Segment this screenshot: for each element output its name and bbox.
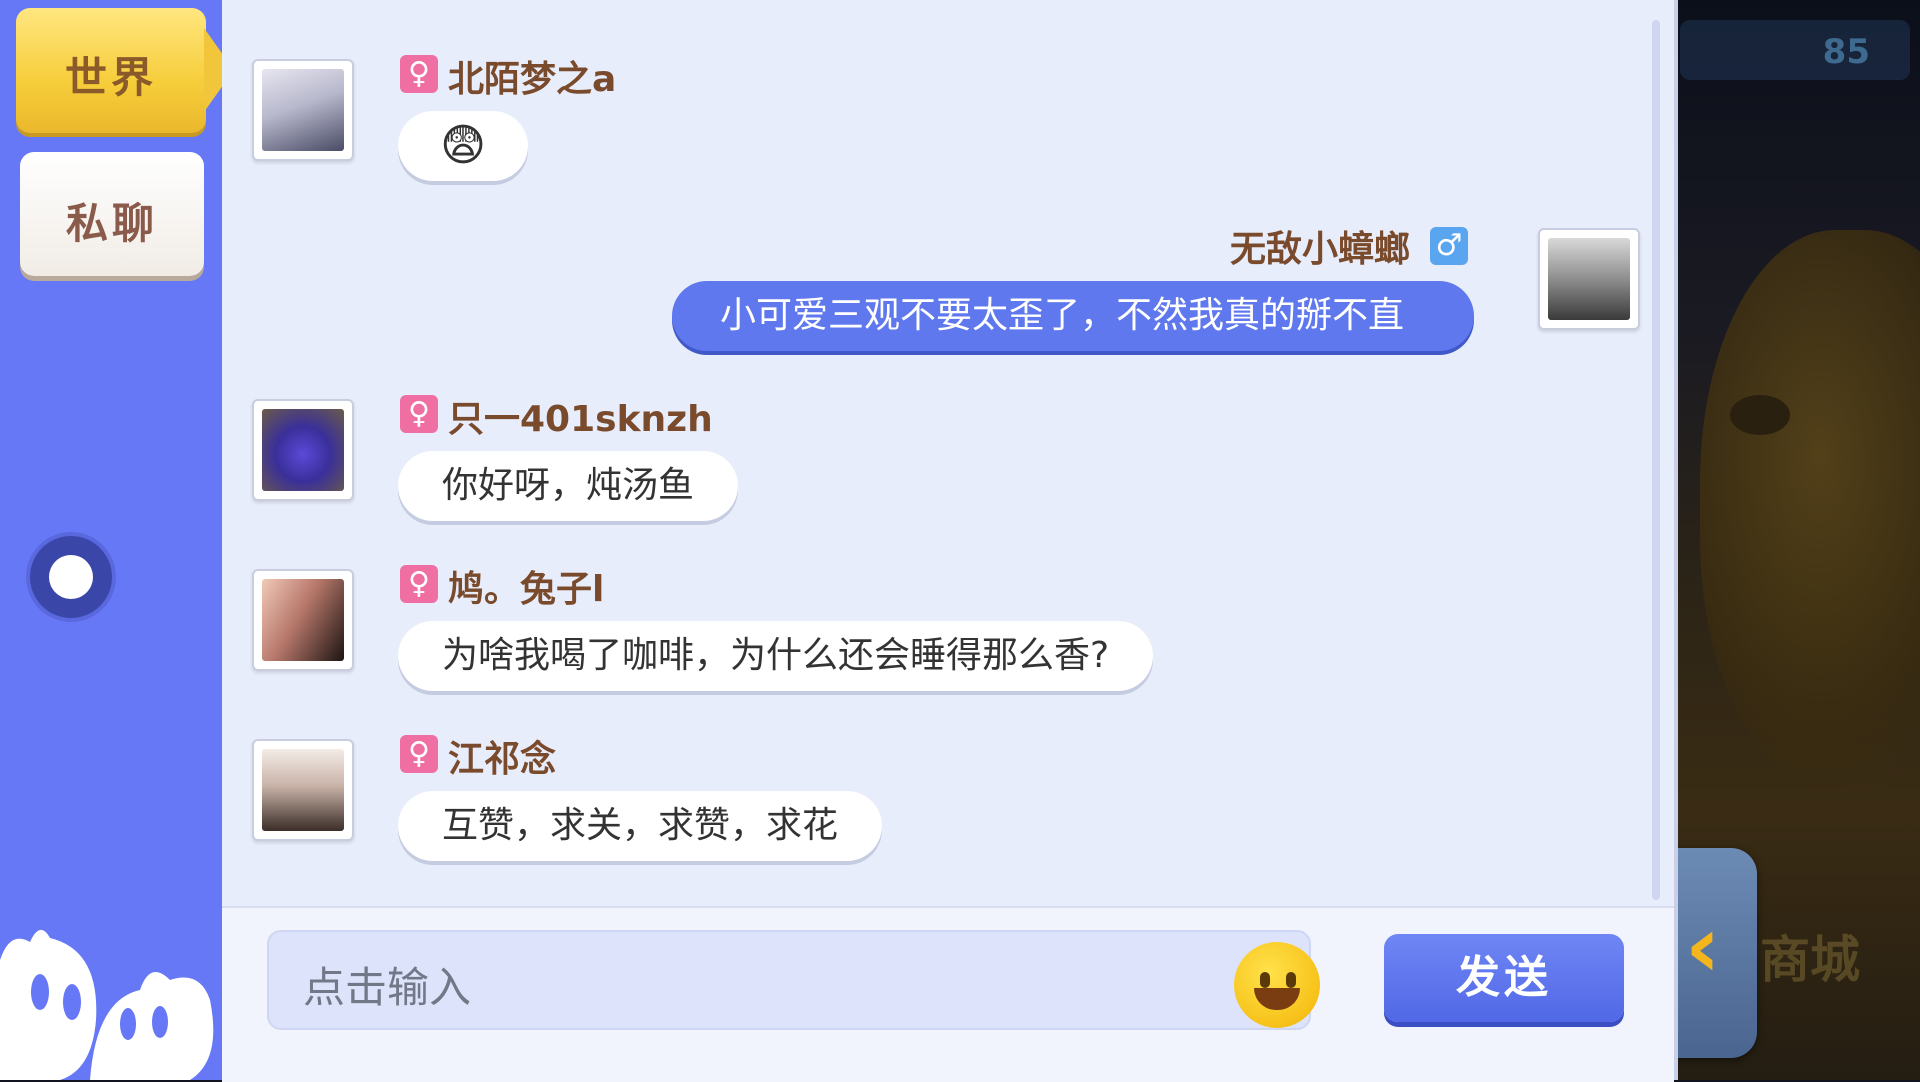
chat-message: ♀ 北陌梦之a 😨 — [252, 55, 652, 185]
avatar[interactable] — [252, 399, 354, 501]
username: 只一401sknzh — [448, 399, 713, 440]
username: 北陌梦之a — [448, 59, 617, 100]
avatar[interactable] — [252, 59, 354, 161]
chat-message-own: 无敌小蟑螂 ♂ 小可爱三观不要太歪了，不然我真的掰不直 — [672, 225, 1662, 355]
chat-sidebar: 世界 私聊 — [0, 0, 222, 1080]
chat-message: ♀ 江祁念 互赞，求关，求赞，求花 — [252, 735, 952, 865]
female-gender-icon: ♀ — [400, 565, 438, 603]
username: 无敌小蟑螂 — [1230, 229, 1411, 270]
female-gender-icon: ♀ — [400, 55, 438, 93]
chat-message: ♀ 鸠。兔子l 为啥我喝了咖啡，为什么还会睡得那么香? — [252, 565, 1252, 695]
tab-world[interactable]: 世界 — [16, 8, 222, 133]
character-silhouette — [1700, 230, 1920, 790]
female-gender-icon: ♀ — [400, 735, 438, 773]
male-gender-icon: ♂ — [1430, 227, 1468, 265]
username: 鸠。兔子l — [448, 569, 605, 610]
message-bubble: 为啥我喝了咖啡，为什么还会睡得那么香? — [398, 621, 1154, 691]
chat-input-bar: 点击输入 发送 — [222, 906, 1674, 1082]
emoji-picker-button[interactable] — [1234, 942, 1320, 1028]
shop-label: 商城 — [1760, 931, 1860, 989]
female-gender-icon: ♀ — [400, 395, 438, 433]
tab-private[interactable]: 私聊 — [20, 152, 204, 276]
message-bubble: 互赞，求关，求赞，求花 — [398, 791, 883, 861]
tab-private-label: 私聊 — [65, 199, 158, 248]
chat-message: ♀ 只一401sknzh 你好呀，炖汤鱼 — [252, 395, 852, 525]
floating-assistive-button[interactable] — [30, 536, 112, 618]
character-eye — [1730, 395, 1790, 435]
chat-scrollbar[interactable] — [1652, 20, 1660, 900]
tab-world-label: 世界 — [64, 53, 157, 102]
gem-counter: 85 — [1680, 20, 1910, 80]
username: 江祁念 — [448, 739, 557, 780]
gem-count: 85 — [1822, 32, 1870, 72]
input-placeholder: 点击输入 — [303, 963, 472, 1012]
message-bubble: 你好呀，炖汤鱼 — [398, 451, 739, 521]
chat-input[interactable]: 点击输入 — [267, 930, 1311, 1030]
mascot-ghosts-icon — [0, 929, 214, 1080]
smile-icon — [1254, 988, 1300, 1010]
collapse-chat-button[interactable]: ‹ — [1665, 848, 1757, 1058]
avatar[interactable] — [252, 739, 354, 841]
message-bubble: 小可爱三观不要太歪了，不然我真的掰不直 — [672, 281, 1474, 351]
send-button[interactable]: 发送 — [1384, 934, 1624, 1022]
chevron-left-icon: ‹ — [1685, 897, 1721, 997]
avatar[interactable] — [252, 569, 354, 671]
avatar[interactable] — [1538, 228, 1640, 330]
emoji-bubble: 😨 — [398, 111, 528, 181]
dot-icon — [49, 555, 93, 599]
scared-face-emoji: 😨 — [440, 120, 486, 171]
